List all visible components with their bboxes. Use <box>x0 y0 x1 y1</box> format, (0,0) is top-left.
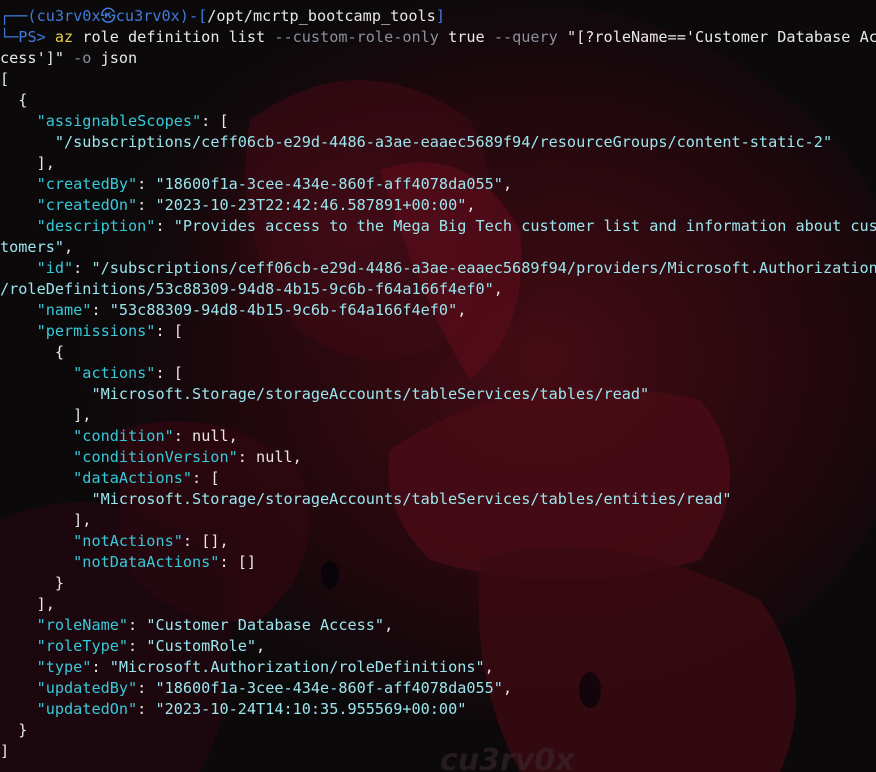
command-query: "[?roleName=='Customer Database Ac <box>557 28 876 46</box>
json-value: [] <box>201 532 220 550</box>
json-key: "name" <box>36 301 92 319</box>
json-value: /roleDefinitions/53c88309-94d8-4b15-9c6b… <box>0 280 494 298</box>
json-line: ], <box>0 154 55 172</box>
prompt-path: /opt/mcrtp_bootcamp_tools <box>207 7 436 25</box>
json-line: "updatedOn": "2023-10-24T14:10:35.955569… <box>36 700 467 718</box>
json-line: ], <box>0 595 55 613</box>
json-line: ], <box>0 511 92 529</box>
json-key: "updatedOn" <box>36 700 138 718</box>
json-key: "createdBy" <box>36 175 138 193</box>
json-line: /roleDefinitions/53c88309-94d8-4b15-9c6b… <box>0 280 503 298</box>
json-key: "condition" <box>73 427 174 445</box>
json-line: "Microsoft.Storage/storageAccounts/table… <box>0 384 876 405</box>
json-key: "createdOn" <box>36 196 138 214</box>
json-line: "assignableScopes": [ <box>36 112 229 130</box>
json-line: } <box>0 721 28 739</box>
prompt-host: cu3rv0x <box>115 7 180 25</box>
json-key: "permissions" <box>36 322 156 340</box>
prompt-user: cu3rv0x <box>36 7 101 25</box>
terminal-output[interactable]: ┌──(cu3rv0x㉿cu3rv0x)-[/opt/mcrtp_bootcam… <box>0 6 876 762</box>
json-line: { <box>0 343 65 361</box>
command-line[interactable]: └─PS> az role definition list --custom-r… <box>0 27 876 48</box>
json-line: ], <box>0 406 92 424</box>
json-value: "Microsoft.Storage/storageAccounts/table… <box>91 385 650 403</box>
json-key: "id" <box>36 259 74 277</box>
json-line: "description": "Provides access to the M… <box>36 217 876 235</box>
json-value: "/subscriptions/ceff06cb-e29d-4486-a3ae-… <box>91 259 876 277</box>
json-line: { <box>0 91 28 109</box>
json-value: "Provides access to the Mega Big Tech cu… <box>173 217 876 235</box>
json-line: "Microsoft.Storage/storageAccounts/table… <box>0 489 876 510</box>
json-line: "createdOn": "2023-10-23T22:42:46.587891… <box>36 196 476 214</box>
json-line: "conditionVersion": null, <box>73 448 302 466</box>
json-line: "condition": null, <box>73 427 238 445</box>
json-line: ] <box>0 742 10 760</box>
json-line: "permissions": [ <box>36 322 183 340</box>
json-value: [] <box>237 553 257 571</box>
command-line-wrap: cess']" -o json <box>0 48 876 69</box>
json-value: null <box>192 427 229 445</box>
json-line: "notDataActions": [] <box>73 553 257 571</box>
json-line: "type": "Microsoft.Authorization/roleDef… <box>36 658 494 676</box>
json-key: "description" <box>36 217 156 235</box>
json-line: "dataActions": [ <box>73 469 220 487</box>
json-key: "type" <box>36 658 92 676</box>
json-value: "CustomRole" <box>146 637 257 655</box>
json-value: "18600f1a-3cee-434e-860f-aff4078da055" <box>155 679 503 697</box>
json-value: "18600f1a-3cee-434e-860f-aff4078da055" <box>155 175 503 193</box>
command-arg: true <box>438 28 494 46</box>
json-key: "notDataActions" <box>73 553 220 571</box>
command-flag: --custom-role-only <box>274 28 439 46</box>
json-value: "Microsoft.Storage/storageAccounts/table… <box>91 490 732 508</box>
json-value: "Customer Database Access" <box>146 616 385 634</box>
prompt-frame: ┌──( <box>0 7 37 25</box>
command-flag: --query <box>493 28 558 46</box>
json-value: "2023-10-24T14:10:35.955569+00:00" <box>155 700 467 718</box>
prompt-ps: PS> <box>18 28 55 46</box>
json-key: "conditionVersion" <box>73 448 238 466</box>
json-value: "Microsoft.Authorization/roleDefinitions… <box>109 658 485 676</box>
json-key: "roleName" <box>36 616 129 634</box>
json-value: null <box>256 448 293 466</box>
json-line: "id": "/subscriptions/ceff06cb-e29d-4486… <box>36 259 876 277</box>
json-key: "updatedBy" <box>36 679 138 697</box>
json-line: "createdBy": "18600f1a-3cee-434e-860f-af… <box>36 175 513 193</box>
json-line: tomers", <box>0 238 74 256</box>
json-key: "actions" <box>73 364 156 382</box>
json-line: "/subscriptions/ceff06cb-e29d-4486-a3ae-… <box>0 132 876 153</box>
json-value: "/subscriptions/ceff06cb-e29d-4486-a3ae-… <box>54 133 833 151</box>
json-key: "assignableScopes" <box>36 112 202 130</box>
prompt-separator: ] <box>435 7 445 25</box>
json-line: } <box>0 574 65 592</box>
prompt-frame: └─ <box>0 28 19 46</box>
prompt-separator: )-[ <box>179 7 208 25</box>
json-line: "name": "53c88309-94d8-4b15-9c6b-f64a166… <box>36 301 467 319</box>
json-key: "roleType" <box>36 637 129 655</box>
json-line: [ <box>0 70 10 88</box>
json-key: "dataActions" <box>73 469 193 487</box>
json-key: "notActions" <box>73 532 183 550</box>
prompt-line: ┌──(cu3rv0x㉿cu3rv0x)-[/opt/mcrtp_bootcam… <box>0 6 876 27</box>
command-args: role definition list <box>73 28 275 46</box>
json-line: "updatedBy": "18600f1a-3cee-434e-860f-af… <box>36 679 513 697</box>
command-flag: -o <box>64 49 92 67</box>
json-line: "roleType": "CustomRole", <box>36 637 266 655</box>
prompt-at-icon: ㉿ <box>100 7 116 25</box>
json-value: "2023-10-23T22:42:46.587891+00:00" <box>155 196 467 214</box>
json-value: "53c88309-94d8-4b15-9c6b-f64a166f4ef0" <box>109 301 458 319</box>
command-query: cess']" <box>0 49 65 67</box>
json-line: "roleName": "Customer Database Access", <box>36 616 394 634</box>
command-program: az <box>54 28 74 46</box>
json-value: tomers" <box>0 238 65 256</box>
json-line: "notActions": [], <box>73 532 229 550</box>
command-arg: json <box>91 49 138 67</box>
json-line: "actions": [ <box>73 364 183 382</box>
